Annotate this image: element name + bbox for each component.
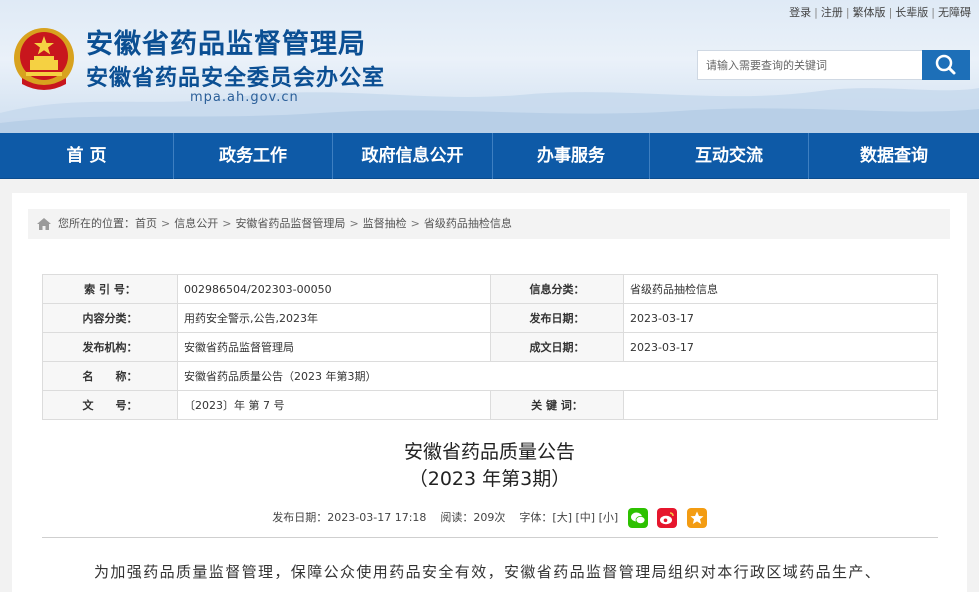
nav-data-query[interactable]: 数据查询	[809, 133, 979, 179]
index-label: 索 引 号：	[42, 274, 178, 304]
publish-time: 发布日期：2023-03-17 17:18	[272, 511, 427, 524]
favorite-star-icon[interactable]	[686, 508, 707, 528]
article-meta: 发布日期：2023-03-17 17:18 阅读：209次 字体：[大] [中]…	[12, 508, 967, 528]
breadcrumb-prefix: 您所在的位置：	[58, 217, 135, 230]
content-class-value: 用药安全警示,公告,2023年	[177, 303, 491, 333]
font-size-small[interactable]: [小]	[599, 511, 619, 524]
org-label: 发布机构：	[42, 332, 178, 362]
table-row: 文 号： 〔2023〕年 第 7 号 关 键 词：	[42, 390, 938, 420]
index-value: 002986504/202303-00050	[177, 274, 491, 304]
site-title: 安徽省药品监督管理局	[86, 29, 366, 60]
article-subtitle: （2023 年第3期）	[408, 468, 571, 490]
table-row: 发布机构： 安徽省药品监督管理局 成文日期： 2023-03-17	[42, 332, 938, 362]
search-button[interactable]	[922, 50, 970, 80]
search-icon	[935, 54, 956, 75]
breadcrumb-current[interactable]: 省级药品抽检信息	[424, 217, 512, 230]
nav-information-disclosure[interactable]: 政府信息公开	[333, 133, 493, 179]
breadcrumb-info-disclosure[interactable]: 信息公开	[174, 217, 218, 230]
name-value: 安徽省药品质量公告（2023 年第3期）	[177, 361, 938, 391]
category-label: 信息分类：	[490, 274, 624, 304]
org-value: 安徽省药品监督管理局	[177, 332, 491, 362]
view-count: 阅读：209次	[440, 511, 506, 524]
national-emblem-icon	[14, 28, 74, 90]
article-paragraph: 为加强药品质量监督管理，保障公众使用药品安全有效，安徽省药品监督管理局组织对本行…	[94, 563, 882, 581]
metadata-table: 索 引 号： 002986504/202303-00050 信息分类： 省级药品…	[42, 274, 938, 420]
doc-number-label: 文 号：	[42, 390, 178, 420]
divider	[42, 537, 938, 538]
breadcrumb-supervision[interactable]: 监督抽检	[363, 217, 407, 230]
weibo-icon[interactable]	[657, 508, 678, 528]
search-box	[697, 50, 970, 80]
site-header: 安徽省药品监督管理局 安徽省药品安全委员会办公室 mpa.ah.gov.cn 登…	[0, 0, 979, 133]
keywords-value	[623, 390, 938, 420]
font-size-medium[interactable]: [中]	[576, 511, 596, 524]
content-class-label: 内容分类：	[42, 303, 178, 333]
nav-interaction[interactable]: 互动交流	[650, 133, 809, 179]
wechat-icon[interactable]	[627, 508, 648, 528]
font-size-label: 字体：	[519, 511, 553, 524]
register-link[interactable]: 注册	[821, 6, 843, 19]
nav-government-affairs[interactable]: 政务工作	[174, 133, 333, 179]
site-subtitle: 安徽省药品安全委员会办公室	[86, 66, 386, 91]
publish-date-value: 2023-03-17	[623, 303, 938, 333]
keywords-label: 关 键 词：	[490, 390, 624, 420]
home-icon	[37, 218, 51, 230]
traditional-chinese-link[interactable]: 繁体版	[853, 6, 886, 19]
nav-services[interactable]: 办事服务	[493, 133, 650, 179]
category-value: 省级药品抽检信息	[623, 274, 938, 304]
table-row: 名 称： 安徽省药品质量公告（2023 年第3期）	[42, 361, 938, 391]
elderly-version-link[interactable]: 长辈版	[895, 6, 928, 19]
article-title: 安徽省药品质量公告	[403, 441, 575, 463]
font-size-large[interactable]: [大]	[552, 511, 572, 524]
top-links: 登录 | 注册 | 繁体版 | 长辈版 | 无障碍	[789, 6, 971, 19]
created-date-label: 成文日期：	[490, 332, 624, 362]
created-date-value: 2023-03-17	[623, 332, 938, 362]
breadcrumb: 您所在的位置：首页 > 信息公开 > 安徽省药品监督管理局 > 监督抽检 > 省级药品抽检信息	[28, 209, 950, 239]
nav-home[interactable]: 首 页	[0, 133, 174, 179]
breadcrumb-home[interactable]: 首页	[135, 217, 157, 230]
login-link[interactable]: 登录	[789, 6, 811, 19]
main-nav: 首 页 政务工作 政府信息公开 办事服务 互动交流 数据查询	[0, 133, 979, 179]
accessibility-link[interactable]: 无障碍	[938, 6, 971, 19]
table-row: 索 引 号： 002986504/202303-00050 信息分类： 省级药品…	[42, 274, 938, 304]
main-content: 您所在的位置：首页 > 信息公开 > 安徽省药品监督管理局 > 监督抽检 > 省级药品抽检信息 …	[12, 193, 967, 592]
search-input[interactable]	[697, 50, 923, 80]
breadcrumb-bureau[interactable]: 安徽省药品监督管理局	[235, 217, 345, 230]
table-row: 内容分类： 用药安全警示,公告,2023年 发布日期： 2023-03-17	[42, 303, 938, 333]
name-label: 名 称：	[42, 361, 178, 391]
doc-number-value: 〔2023〕年 第 7 号	[177, 390, 491, 420]
site-domain: mpa.ah.gov.cn	[190, 90, 299, 105]
publish-date-label: 发布日期：	[490, 303, 624, 333]
